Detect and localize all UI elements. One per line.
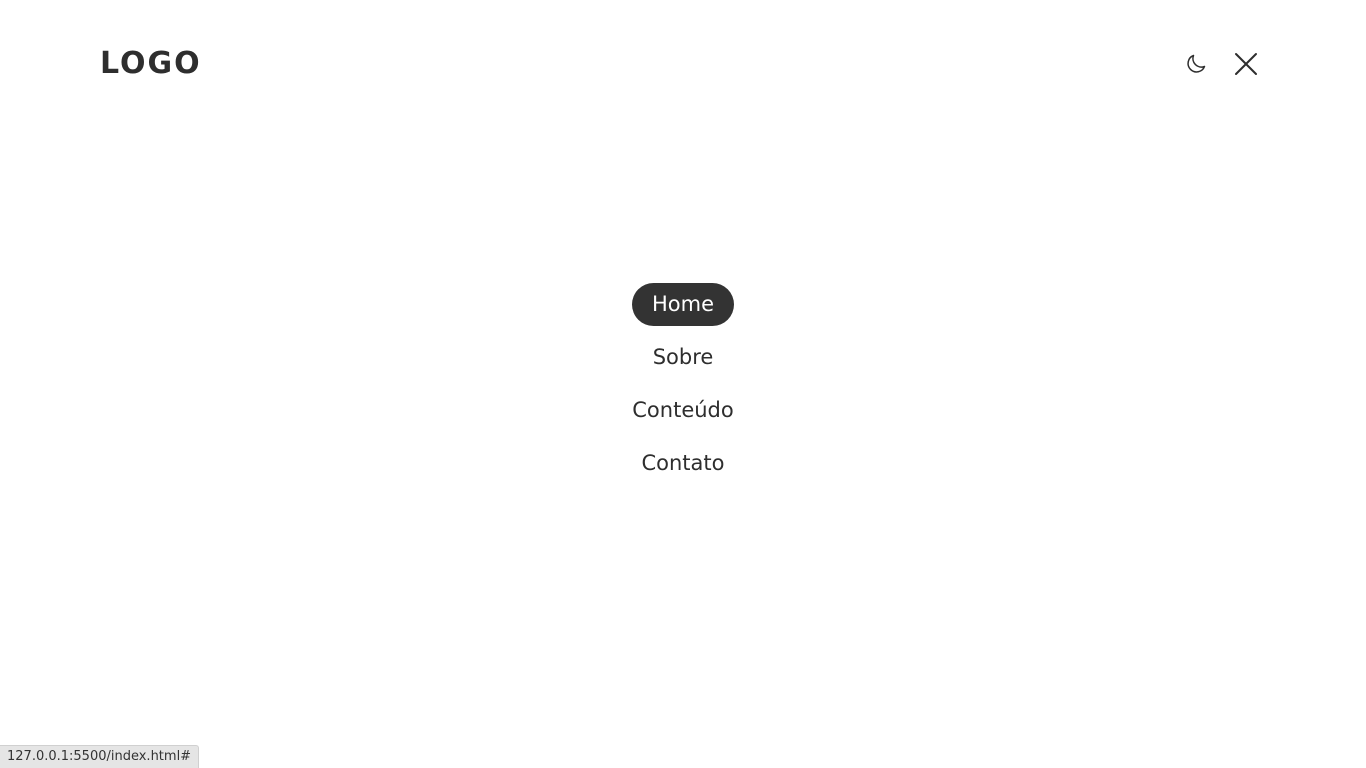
header: LOGO bbox=[0, 0, 1366, 128]
nav-item-contato[interactable]: Contato bbox=[621, 442, 744, 485]
status-bar-url: 127.0.0.1:5500/index.html# bbox=[0, 745, 200, 768]
moon-icon bbox=[1184, 52, 1208, 76]
theme-toggle-button[interactable] bbox=[1178, 46, 1214, 82]
nav-item-conteudo[interactable]: Conteúdo bbox=[612, 389, 753, 432]
main-nav: Home Sobre Conteúdo Contato bbox=[0, 283, 1366, 485]
page: LOGO Home Sobre Conteúdo Contato 127.0.0… bbox=[0, 0, 1366, 768]
nav-item-sobre[interactable]: Sobre bbox=[633, 336, 734, 379]
close-icon bbox=[1233, 51, 1259, 77]
close-menu-button[interactable] bbox=[1228, 46, 1264, 82]
nav-item-home[interactable]: Home bbox=[631, 283, 734, 326]
logo[interactable]: LOGO bbox=[100, 44, 202, 84]
